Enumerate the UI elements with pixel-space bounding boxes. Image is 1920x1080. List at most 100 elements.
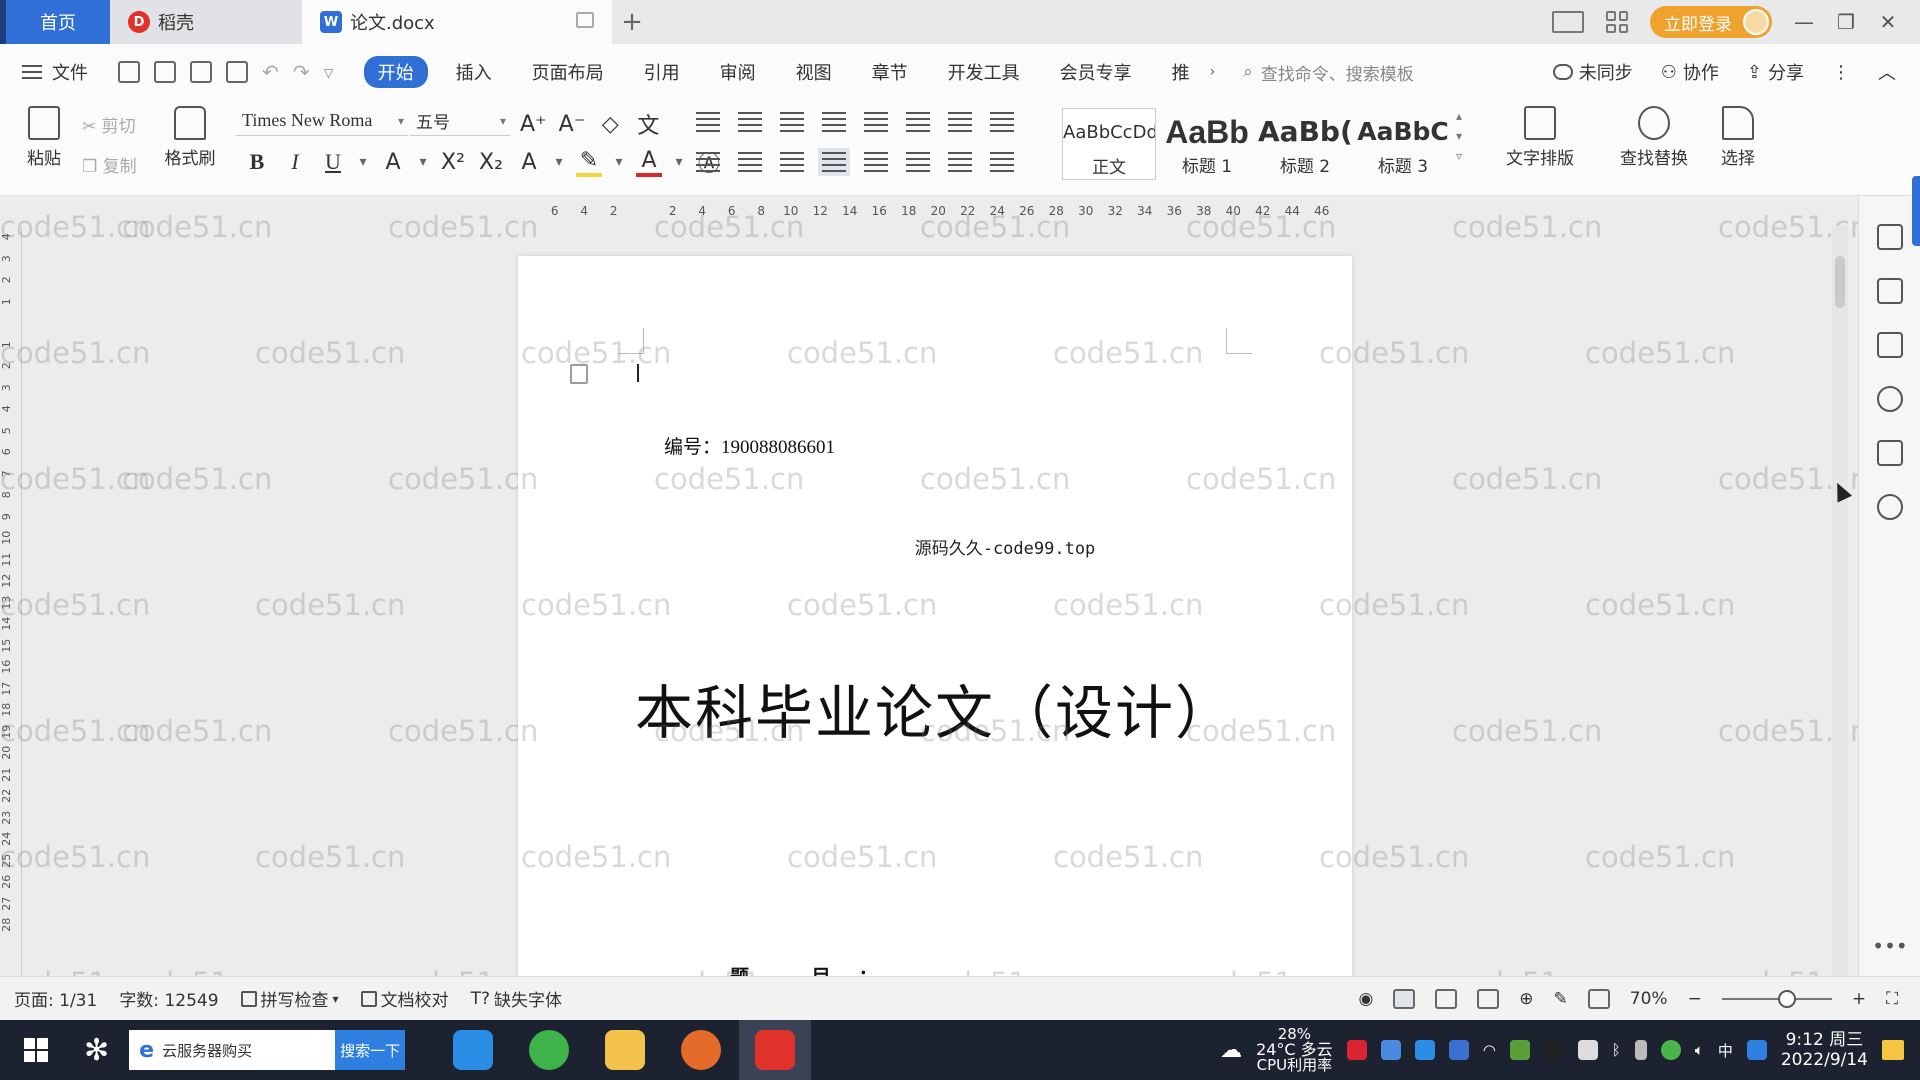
tab-start[interactable]: 开始 [363,56,428,88]
more-tabs-chevron-icon[interactable]: › [1210,64,1216,80]
line-spacing-icon[interactable] [906,152,930,172]
wps-taskbar-item[interactable] [739,1020,812,1080]
align-right-icon[interactable] [780,152,804,172]
new-tab-button[interactable]: + [612,0,652,44]
pen-icon[interactable] [1876,224,1903,250]
print-icon[interactable] [190,61,212,83]
format-painter-button[interactable]: 格式刷 [162,106,218,169]
collapse-ribbon-icon[interactable]: ︿ [1878,59,1896,85]
reading-view-icon[interactable] [1477,988,1500,1009]
file-explorer-icon[interactable] [605,1030,646,1070]
chevron-down-icon[interactable]: ▾ [674,154,684,170]
page-view-icon[interactable] [1393,988,1416,1009]
style-scroll[interactable]: ▴ ▾ ▿ [1456,106,1462,166]
font-name-select[interactable]: Times New Roma ▾ [236,106,408,136]
zoom-in-icon[interactable]: + [1852,989,1866,1009]
taskbar-search-input[interactable]: e 云服务器购买 [129,1030,336,1070]
shrink-font-icon[interactable]: A⁻ [559,112,586,137]
volume-icon[interactable]: 🔈︎ [1695,1041,1704,1059]
copy-button[interactable]: ❐ 复制 [82,152,137,177]
tab-home[interactable]: 首页 [0,0,110,44]
subscript-icon[interactable]: X₂ [478,150,504,175]
chevron-down-icon[interactable]: ▾ [418,154,428,170]
tab-insert[interactable]: 插入 [436,59,512,85]
usb-icon[interactable] [1634,1040,1647,1060]
text-effect-icon[interactable]: A [516,150,542,175]
tab-member[interactable]: 会员专享 [1040,59,1152,85]
fit-page-icon[interactable] [1587,988,1610,1009]
restore-icon[interactable]: ❐ [1836,10,1856,34]
style-heading-2[interactable]: AaBb( 标题 2 [1258,108,1352,180]
customize-dropdown-icon[interactable]: ▿ [324,60,334,84]
taskbar-search-button[interactable]: 搜索一下 [335,1030,406,1070]
zoom-slider[interactable] [1721,989,1832,1008]
360-browser-icon[interactable] [529,1030,570,1070]
show-marks-icon[interactable] [990,112,1014,132]
tray-app-icon[interactable] [1346,1040,1367,1060]
tab-view[interactable]: 视图 [776,59,852,85]
clock[interactable]: 9:12 周三 2022/9/14 [1781,1030,1868,1071]
web-view-icon[interactable]: ⊕ [1519,989,1533,1009]
tab-page-layout[interactable]: 页面布局 [512,59,624,85]
text-direction-icon[interactable] [948,112,972,132]
distribute-icon[interactable] [864,152,888,172]
chevron-down-icon[interactable]: ▾ [614,154,624,170]
style-heading-3[interactable]: AaBbC 标题 3 [1356,108,1450,180]
bullet-list-icon[interactable] [696,112,720,132]
chinese-layout-icon[interactable] [864,112,888,132]
font-size-select[interactable]: 五号 ▾ [410,106,510,136]
close-icon[interactable]: ✕ [1878,10,1898,34]
weather-widget[interactable]: 28% 24°C 多云 CPU利用率 [1256,1027,1333,1073]
bluetooth-icon[interactable]: ᛒ [1612,1041,1621,1059]
more-vertical-icon[interactable]: ⋮ [1832,62,1850,83]
document-canvas[interactable]: 编号：190088086601 源码久久-code99.top 本科毕业论文（设… [22,226,1836,976]
eye-protect-icon[interactable]: ◉ [1358,989,1373,1009]
save-icon[interactable] [118,61,140,83]
tab-developer[interactable]: 开发工具 [928,59,1040,85]
redo-icon[interactable]: ↷ [293,60,310,84]
highlight-icon[interactable]: ✎ [576,148,602,177]
proofread-button[interactable]: 文档校对 [360,986,449,1011]
page-indicator[interactable]: 页面: 1/31 [14,986,97,1011]
spell-check-button[interactable]: 拼写检查 ▾ [240,986,339,1011]
swirl-app-icon[interactable]: ✻ [84,1033,109,1068]
borders-icon[interactable] [990,152,1014,172]
chevron-down-icon[interactable]: ▾ [358,154,368,170]
bold-icon[interactable]: B [244,149,270,175]
tray-app-icon[interactable] [1746,1040,1767,1060]
phonetic-guide-icon[interactable]: 文 [635,108,661,140]
text-layout-button[interactable]: 文字排版 [1496,106,1584,169]
tray-app-icon[interactable] [1660,1040,1681,1060]
italic-icon[interactable]: I [282,149,308,175]
tab-docer[interactable]: D 稻壳 [110,0,302,44]
sync-button[interactable]: 未同步 [1552,59,1633,85]
document-tools-icon[interactable] [570,364,588,384]
print-preview-icon[interactable] [226,61,248,83]
ime-indicator[interactable]: 中 [1718,1040,1733,1061]
clear-format-icon[interactable]: ◇ [597,112,623,137]
chevron-down-icon[interactable]: ▾ [554,154,564,170]
paste-button[interactable]: 粘贴 [16,106,72,169]
wifi-icon[interactable]: ◠ [1483,1041,1496,1059]
collab-button[interactable]: ⚇ 协作 [1661,59,1719,85]
zoom-slider-knob[interactable] [1777,989,1796,1008]
help-icon[interactable] [1876,386,1903,412]
share-button[interactable]: ⇪ 分享 [1747,59,1804,85]
more-horizontal-icon[interactable]: ••• [1859,934,1920,958]
underline-icon[interactable]: U [320,149,346,175]
fullscreen-icon[interactable]: ⛶ [1886,989,1898,1009]
horizontal-ruler[interactable]: 6 4 2 2 4 6 8 10 12 14 16 18 20 22 24 26 28 30 32 34 36 38 40 4… [0,196,1836,226]
word-count[interactable]: 字数: 12549 [119,986,218,1011]
login-button[interactable]: 立即登录 [1650,6,1772,38]
justify-icon[interactable] [818,148,850,176]
shading-icon[interactable] [948,152,972,172]
zoom-out-icon[interactable]: − [1688,989,1702,1009]
increase-indent-icon[interactable] [822,112,846,132]
zoom-level[interactable]: 70% [1630,989,1668,1009]
strikethrough-icon[interactable]: A [380,150,406,175]
tab-recommend[interactable]: 推 [1152,59,1210,85]
minimize-icon[interactable]: — [1794,10,1814,34]
font-color-icon[interactable]: A [636,148,662,177]
find-replace-button[interactable]: 查找替换 [1610,106,1698,169]
select-button[interactable]: 选择 [1710,106,1766,169]
